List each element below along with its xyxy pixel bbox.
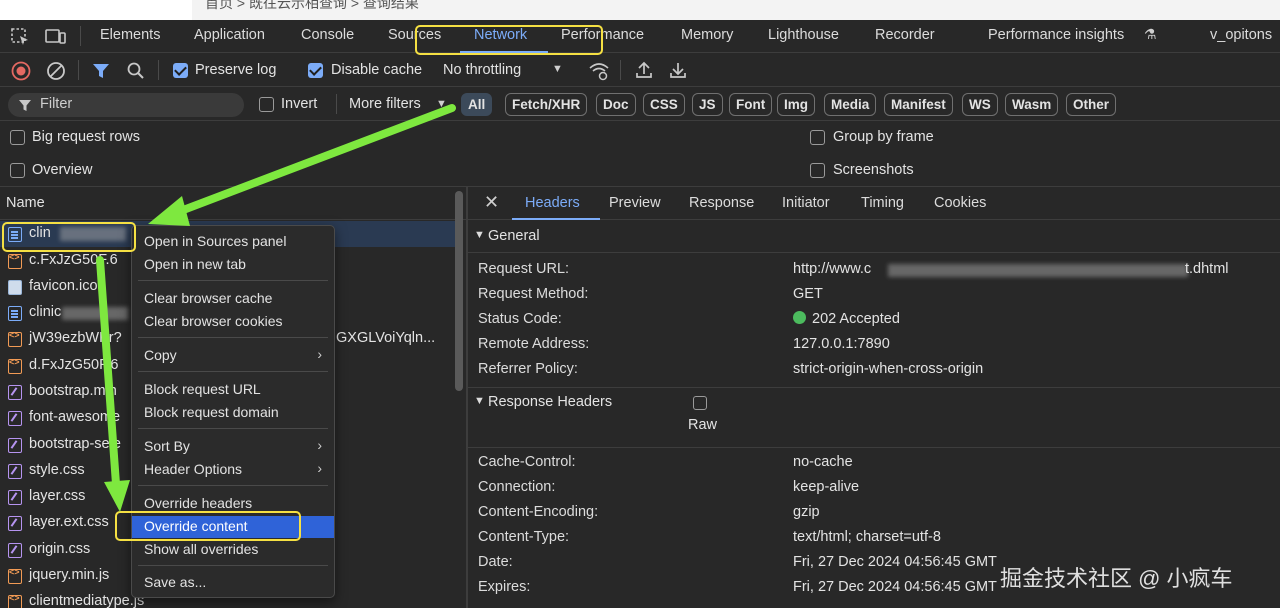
arrow-head-left [148, 196, 190, 226]
arrow-to-override-content [96, 256, 120, 488]
annotation-arrows [96, 104, 456, 512]
watermark: 掘金技术社区 @ 小疯车 [1000, 566, 1233, 591]
arrow-to-request-row [174, 104, 456, 216]
arrow-head-down [104, 480, 130, 512]
